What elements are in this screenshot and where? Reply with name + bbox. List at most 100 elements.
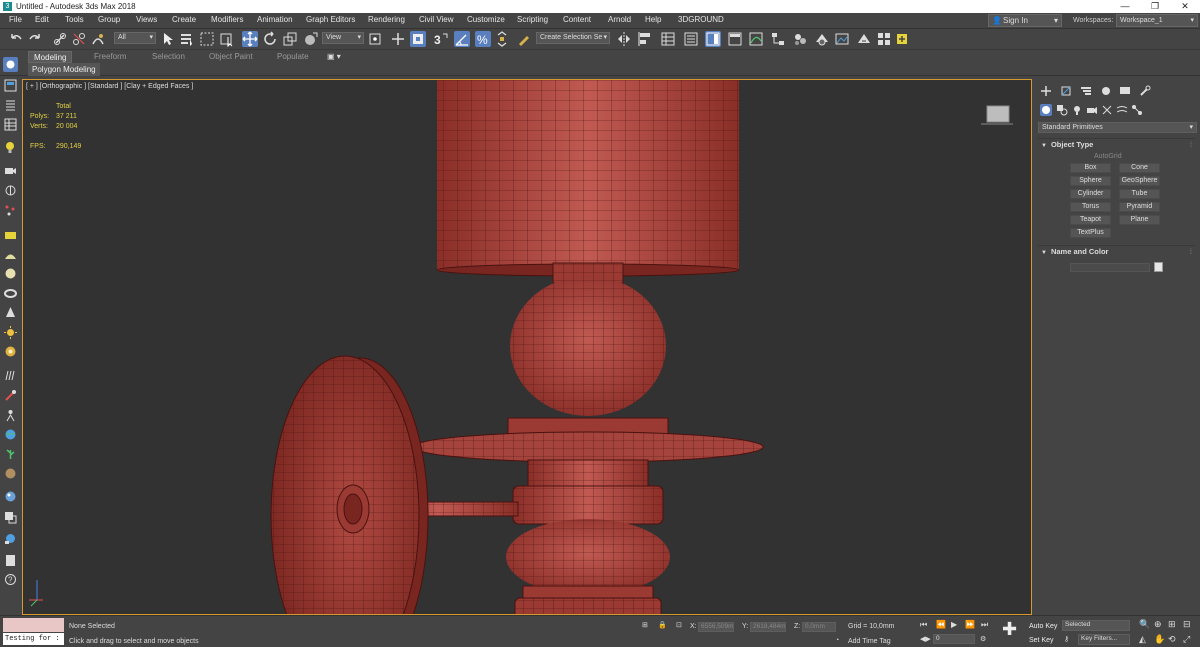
ribbon-options-icon[interactable]: ▣ ▾	[327, 51, 341, 63]
paint-icon[interactable]	[3, 388, 18, 403]
redo-icon[interactable]	[27, 31, 43, 47]
menu-3dground[interactable]: 3DGROUND	[678, 15, 724, 24]
particle-icon[interactable]	[3, 203, 18, 218]
box-button[interactable]: Box	[1070, 163, 1111, 173]
plant-icon[interactable]	[3, 446, 18, 461]
menu-animation[interactable]: Animation	[257, 15, 293, 24]
plugin-icon[interactable]	[894, 31, 910, 47]
restore-button[interactable]: ❐	[1140, 0, 1170, 13]
hierarchy-tab-icon[interactable]	[1080, 85, 1092, 97]
sign-in-dropdown[interactable]: 👤 Sign In ▾	[988, 14, 1062, 27]
tab-selection[interactable]: Selection	[152, 51, 185, 63]
sphere-icon[interactable]	[3, 266, 18, 281]
z-coordinate-field[interactable]: 0,0mm	[802, 622, 836, 632]
tab-freeform[interactable]: Freeform	[94, 51, 126, 63]
document-icon[interactable]	[3, 553, 18, 568]
auto-key-button[interactable]: Auto Key	[1029, 621, 1057, 632]
rendered-frame-window-icon[interactable]	[834, 31, 850, 47]
viewport-orthographic[interactable]: [ + ] [Orthographic ] [Standard ] [Clay …	[22, 79, 1032, 615]
percent-snap-icon[interactable]: %	[475, 31, 491, 47]
character-icon[interactable]	[3, 408, 18, 423]
new-key-icon[interactable]: ✚	[1002, 619, 1017, 640]
zoom-icon[interactable]: 🔍	[1139, 619, 1150, 630]
close-button[interactable]: ✕	[1170, 0, 1200, 13]
zoom-extents-icon[interactable]: ⊞	[1168, 619, 1176, 630]
select-and-rotate-icon[interactable]	[262, 31, 278, 47]
help-icon[interactable]: ?	[3, 572, 18, 587]
name-and-color-rollout[interactable]: ▼ Name and Color ⁞	[1038, 245, 1195, 257]
selection-filter-dropdown[interactable]: All	[114, 32, 156, 44]
menu-views[interactable]: Views	[136, 15, 157, 24]
reference-coordinate-dropdown[interactable]: View	[322, 32, 364, 44]
table-icon[interactable]	[3, 117, 18, 132]
toggle-command-panel-icon[interactable]	[705, 31, 721, 47]
sphere-button[interactable]: Sphere	[1070, 176, 1111, 186]
lock-selection-icon[interactable]: 🔒	[658, 621, 667, 629]
previous-frame-icon[interactable]: ⏪	[936, 620, 946, 629]
display-tab-icon[interactable]	[1119, 85, 1131, 97]
textplus-button[interactable]: TextPlus	[1070, 228, 1111, 238]
select-and-scale-icon[interactable]	[282, 31, 298, 47]
menu-customize[interactable]: Customize	[467, 15, 505, 24]
maxscript-output[interactable]: Testing for :	[3, 633, 64, 645]
list-icon[interactable]	[3, 98, 18, 113]
set-key-button[interactable]: Set Key	[1029, 635, 1054, 646]
render-production-icon[interactable]	[856, 31, 872, 47]
edit-named-selection-icon[interactable]	[516, 31, 532, 47]
time-tag-icon[interactable]: ◔	[835, 637, 839, 644]
align-icon[interactable]	[637, 31, 653, 47]
select-manipulate-icon[interactable]	[390, 31, 406, 47]
unlink-icon[interactable]	[71, 31, 87, 47]
selection-region-icon[interactable]	[199, 31, 215, 47]
cylinder-button[interactable]: Cylinder	[1070, 189, 1111, 199]
menu-content[interactable]: Content	[563, 15, 591, 24]
toggle-scene-explorer-icon[interactable]	[660, 31, 676, 47]
plane-button[interactable]: Plane	[1119, 215, 1160, 225]
geosphere-button[interactable]: GeoSphere	[1119, 176, 1160, 186]
menu-edit[interactable]: Edit	[35, 15, 49, 24]
sun-icon[interactable]	[3, 325, 18, 340]
globe-icon[interactable]	[3, 427, 18, 442]
teapot-button[interactable]: Teapot	[1070, 215, 1111, 225]
scene-explorer-icon[interactable]	[3, 78, 18, 93]
cameras-icon[interactable]	[1086, 104, 1098, 116]
hair-icon[interactable]	[3, 368, 18, 383]
cone-button[interactable]: Cone	[1119, 163, 1160, 173]
menu-tools[interactable]: Tools	[65, 15, 84, 24]
menu-file[interactable]: File	[9, 15, 22, 24]
motion-tab-icon[interactable]	[1100, 85, 1112, 97]
space-warps-icon[interactable]	[1116, 104, 1128, 116]
add-time-tag[interactable]: Add Time Tag	[848, 638, 891, 645]
spinner-snap-icon[interactable]	[494, 31, 510, 47]
menu-scripting[interactable]: Scripting	[517, 15, 548, 24]
figure-icon[interactable]	[3, 466, 18, 481]
golden-sphere-icon[interactable]	[3, 344, 18, 359]
menu-help[interactable]: Help	[645, 15, 661, 24]
plane-icon[interactable]	[3, 248, 18, 263]
named-selection-sets-dropdown[interactable]: Create Selection Se	[536, 32, 610, 44]
bind-space-warp-icon[interactable]	[90, 31, 106, 47]
primitive-category-dropdown[interactable]: Standard Primitives	[1038, 122, 1197, 133]
select-and-place-icon[interactable]	[303, 31, 319, 47]
go-to-end-icon[interactable]: ⏭	[981, 620, 988, 630]
undo-icon[interactable]	[8, 31, 24, 47]
helper-icon[interactable]	[3, 183, 18, 198]
autogrid-checkbox[interactable]: AutoGrid	[1094, 153, 1122, 160]
systems-icon[interactable]	[1131, 104, 1143, 116]
snaps-toggle-icon[interactable]: 3	[433, 31, 449, 47]
torus-button[interactable]: Torus	[1070, 202, 1111, 212]
tab-populate[interactable]: Populate	[277, 51, 309, 63]
create-tab-icon[interactable]	[1040, 85, 1052, 97]
play-icon[interactable]: ▶	[951, 620, 957, 629]
toggle-ribbon-icon[interactable]	[727, 31, 743, 47]
menu-rendering[interactable]: Rendering	[368, 15, 405, 24]
object-color-swatch[interactable]	[1154, 262, 1163, 272]
zoom-all-icon[interactable]: ⊕	[1154, 619, 1162, 630]
render-setup-icon[interactable]	[814, 31, 830, 47]
key-selection-dropdown[interactable]: Selected	[1062, 620, 1130, 631]
mirror-icon[interactable]	[616, 31, 632, 47]
select-object-icon[interactable]	[160, 31, 176, 47]
menu-arnold[interactable]: Arnold	[608, 15, 631, 24]
object-name-field[interactable]	[1070, 263, 1150, 272]
zoom-extents-all-icon[interactable]: ⊟	[1183, 619, 1191, 630]
